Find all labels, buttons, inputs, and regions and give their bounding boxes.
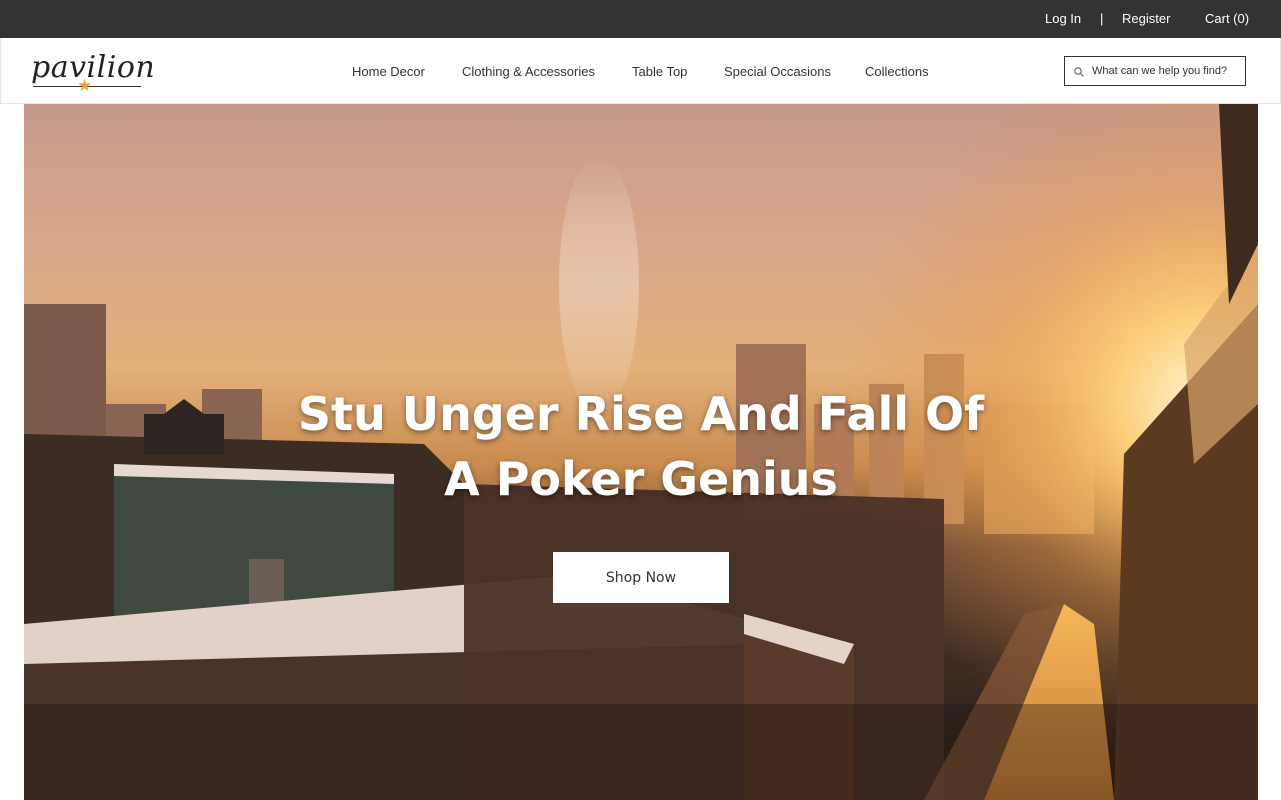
register-link[interactable]: Register — [1122, 11, 1170, 27]
search-box[interactable] — [1064, 56, 1246, 86]
hero-banner: Stu Unger Rise And Fall Of A Poker Geniu… — [24, 104, 1258, 800]
nav-item-home-decor[interactable]: Home Decor — [352, 64, 425, 80]
topbar-separator: | — [1100, 11, 1104, 26]
nav-item-special-occasions[interactable]: Special Occasions — [724, 64, 831, 80]
site-logo[interactable]: pavilion ★ — [29, 44, 155, 96]
star-icon: ★ — [77, 76, 93, 95]
nav-item-table-top[interactable]: Table Top — [632, 64, 687, 80]
search-input[interactable] — [1092, 62, 1242, 80]
search-icon[interactable] — [1074, 67, 1084, 77]
nav-item-clothing-accessories[interactable]: Clothing & Accessories — [462, 64, 595, 80]
site-header: pavilion ★ Home Decor Clothing & Accesso… — [0, 38, 1281, 104]
nav-item-collections[interactable]: Collections — [865, 64, 929, 80]
logo-wordmark: pavilion — [31, 50, 156, 85]
shop-now-button[interactable]: Shop Now — [553, 552, 729, 603]
login-link[interactable]: Log In — [1045, 11, 1081, 27]
cart-link[interactable]: Cart (0) — [1205, 11, 1249, 27]
hero-title: Stu Unger Rise And Fall Of A Poker Geniu… — [297, 387, 985, 506]
top-utility-bar: Log In | Register Cart (0) — [0, 0, 1281, 38]
